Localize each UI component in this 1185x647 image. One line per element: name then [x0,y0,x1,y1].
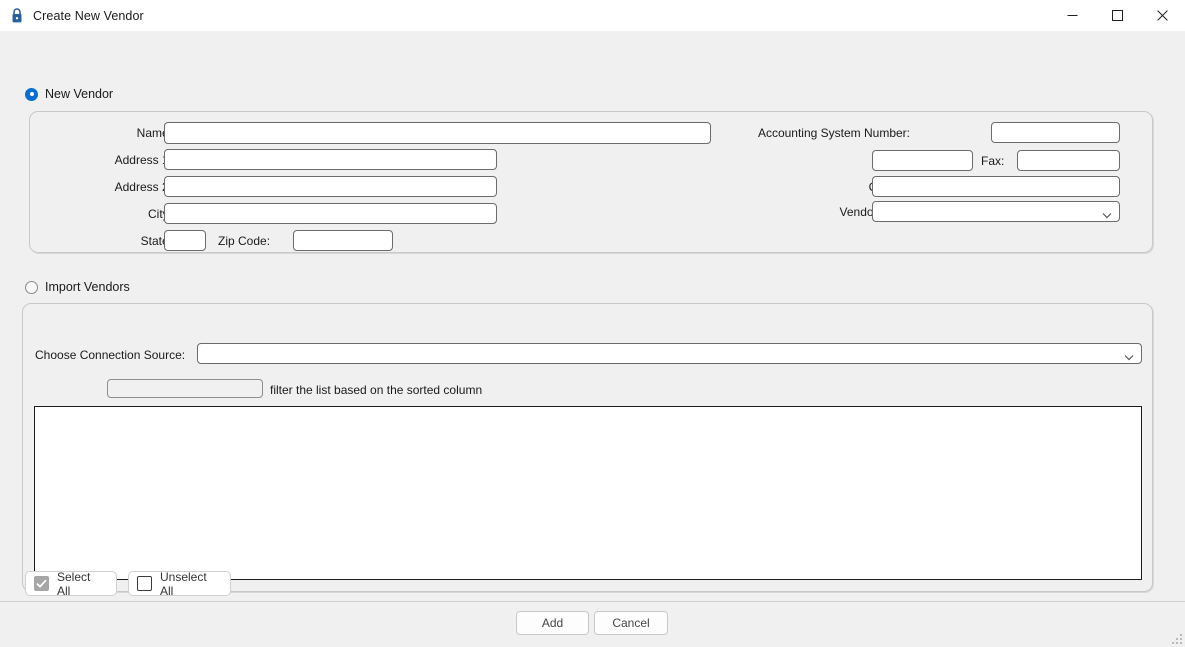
window-title: Create New Vendor [33,8,144,23]
label-name: Name: [136,126,172,140]
filter-hint-label: filter the list based on the sorted colu… [270,383,483,397]
checkbox-unchecked-icon [137,576,152,591]
title-bar-left: Create New Vendor [0,7,144,24]
dialog-client-area: New Vendor Name: Address 1: Address 2: C… [0,31,1185,647]
chevron-down-icon [1102,208,1112,219]
maximize-button[interactable] [1095,0,1140,31]
name-input[interactable] [164,122,711,144]
title-bar: Create New Vendor [0,0,1185,32]
unselect-all-label: Unselect All [160,569,207,598]
county-input[interactable] [872,176,1120,197]
fax-input[interactable] [1017,150,1120,171]
label-state: State: [140,234,172,248]
lock-icon [10,7,24,24]
address2-input[interactable] [164,176,497,197]
label-address2: Address 2: [114,180,172,194]
import-vendors-panel: Choose Connection Source: filter the lis… [22,303,1153,592]
footer-divider [0,601,1185,602]
radio-new-vendor-label: New Vendor [45,87,114,101]
connection-source-dropdown[interactable] [197,343,1142,364]
radio-new-vendor-indicator[interactable] [25,87,38,101]
vendor-type-dropdown[interactable] [872,201,1120,222]
window-controls [1050,0,1185,31]
zip-code-input[interactable] [293,230,393,251]
add-button[interactable]: Add [516,611,589,635]
radio-import-vendors-label: Import Vendors [45,280,130,294]
radio-import-vendors[interactable]: Import Vendors [25,280,130,294]
chevron-down-icon [1124,350,1134,361]
label-fax: Fax: [981,154,1005,168]
unselect-all-button[interactable]: Unselect All [128,569,231,598]
city-input[interactable] [164,203,497,224]
cancel-button[interactable]: Cancel [594,611,668,635]
resize-grip[interactable] [1169,631,1182,644]
select-all-label: Select All [57,569,91,598]
new-vendor-panel: Name: Address 1: Address 2: City: State:… [29,111,1153,253]
radio-import-vendors-indicator[interactable] [25,280,38,294]
label-address1: Address 1: [114,153,172,167]
checkbox-checked-icon [34,576,49,591]
radio-new-vendor[interactable]: New Vendor [25,87,113,101]
state-input[interactable] [164,230,206,251]
label-accounting-system-number: Accounting System Number: [757,126,910,140]
label-choose-connection-source: Choose Connection Source: [35,348,186,362]
select-all-button[interactable]: Select All [25,569,117,598]
label-city: City: [148,207,172,221]
label-zip-code: Zip Code: [218,234,271,248]
accounting-system-number-input[interactable] [991,122,1120,143]
address1-input[interactable] [164,149,497,170]
close-button[interactable] [1140,0,1185,31]
phone-input[interactable] [872,150,973,171]
vendor-list[interactable] [34,406,1142,580]
filter-input[interactable] [107,379,263,398]
minimize-button[interactable] [1050,0,1095,31]
